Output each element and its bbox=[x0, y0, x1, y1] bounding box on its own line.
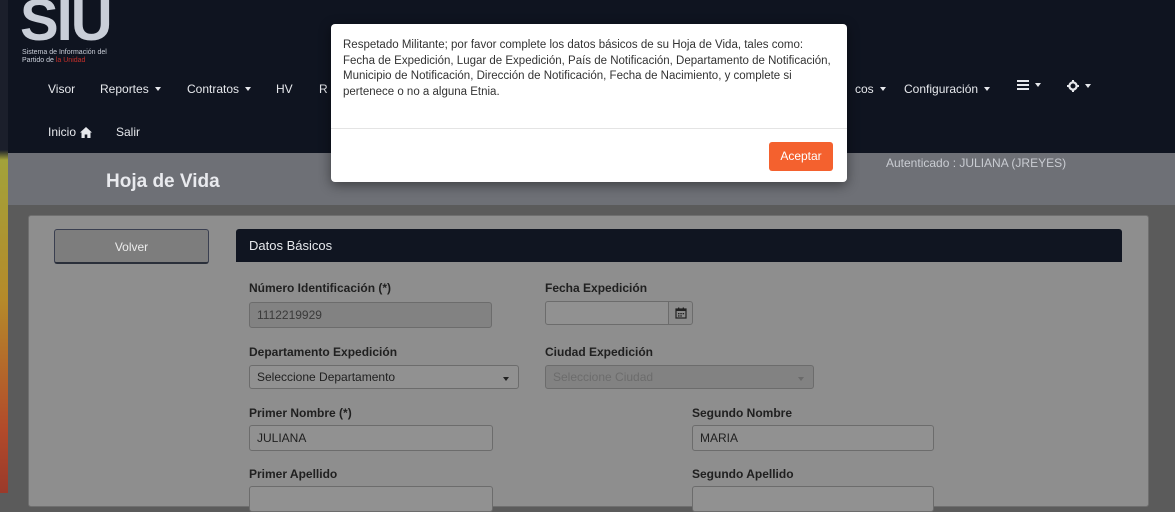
chevron-down-icon bbox=[503, 377, 509, 381]
volver-button[interactable]: Volver bbox=[54, 229, 209, 264]
nav-settings[interactable] bbox=[1067, 80, 1091, 92]
nav-salir-label: Salir bbox=[116, 125, 141, 139]
panel-header: Datos Básicos bbox=[236, 229, 1122, 262]
nav-configuracion-label: Configuración bbox=[904, 82, 979, 96]
nav-cos-label: cos bbox=[855, 82, 874, 96]
numero-identificacion-label: Número Identificación (*) bbox=[249, 281, 392, 295]
chevron-down-icon bbox=[154, 87, 161, 91]
nav-contratos-label: Contratos bbox=[187, 82, 240, 96]
calendar-icon bbox=[674, 307, 687, 319]
chevron-down-icon bbox=[798, 377, 804, 381]
logo-subtitle-party: Partido de bbox=[22, 57, 56, 64]
segundo-nombre-field[interactable]: MARIA bbox=[692, 425, 934, 451]
nav-inicio[interactable]: Inicio bbox=[48, 125, 93, 139]
chevron-down-icon bbox=[1035, 83, 1041, 87]
primer-apellido-label: Primer Apellido bbox=[249, 467, 338, 481]
hamburger-icon bbox=[1017, 80, 1029, 90]
modal-message: Respetado Militante; por favor complete … bbox=[343, 39, 831, 98]
nav-contratos[interactable]: Contratos bbox=[187, 82, 252, 96]
nav-r-partial[interactable]: R bbox=[319, 82, 328, 96]
chevron-down-icon bbox=[984, 87, 991, 91]
ciudad-expedicion-select[interactable]: Seleccione Ciudad bbox=[545, 365, 814, 389]
nav-reportes-label: Reportes bbox=[100, 82, 149, 96]
date-picker-button[interactable] bbox=[668, 301, 693, 325]
departamento-expedicion-value: Seleccione Departamento bbox=[257, 370, 396, 384]
ciudad-expedicion-label: Ciudad Expedición bbox=[545, 345, 654, 359]
nav-menu[interactable] bbox=[1017, 80, 1041, 90]
segundo-apellido-label: Segundo Apellido bbox=[692, 467, 794, 481]
chevron-down-icon bbox=[1085, 84, 1091, 88]
home-icon bbox=[80, 126, 93, 138]
fecha-expedicion-label: Fecha Expedición bbox=[545, 281, 648, 295]
logo-subtitle-unidad: la Unidad bbox=[55, 57, 86, 64]
nav-hv[interactable]: HV bbox=[276, 82, 293, 96]
logo-subtitle-line1: Sistema de Información del bbox=[22, 49, 107, 56]
nav-r-label: R bbox=[319, 82, 328, 96]
departamento-expedicion-label: Departamento Expedición bbox=[249, 345, 398, 359]
nav-hv-label: HV bbox=[276, 82, 293, 96]
nav-inicio-label: Inicio bbox=[48, 125, 77, 139]
gear-icon bbox=[1067, 80, 1079, 92]
nav-reportes[interactable]: Reportes bbox=[100, 82, 161, 96]
nav-visor[interactable]: Visor bbox=[48, 82, 75, 96]
chevron-down-icon bbox=[879, 87, 886, 91]
authenticated-user: Autenticado : JULIANA (JREYES) bbox=[886, 156, 1067, 170]
segundo-apellido-field[interactable] bbox=[692, 486, 934, 512]
nav-salir[interactable]: Salir bbox=[116, 125, 140, 139]
numero-identificacion-field[interactable]: 1112219929 bbox=[249, 302, 492, 328]
primer-nombre-label: Primer Nombre (*) bbox=[249, 406, 352, 420]
departamento-expedicion-select[interactable]: Seleccione Departamento bbox=[249, 365, 519, 389]
fecha-expedicion-field[interactable] bbox=[545, 301, 669, 325]
logo-subtitle-line2: Partido de la Unidad bbox=[22, 57, 107, 65]
notice-modal: Respetado Militante; por favor complete … bbox=[331, 24, 847, 182]
chevron-down-icon bbox=[245, 87, 252, 91]
left-color-stripe bbox=[0, 0, 8, 493]
nav-visor-label: Visor bbox=[48, 82, 76, 96]
primer-nombre-field[interactable]: JULIANA bbox=[249, 425, 493, 451]
aceptar-button[interactable]: Aceptar bbox=[769, 142, 833, 171]
segundo-nombre-label: Segundo Nombre bbox=[692, 406, 793, 420]
logo-subtitle: Sistema de Información del Partido de la… bbox=[22, 49, 107, 65]
modal-divider bbox=[331, 128, 847, 129]
nav-configuracion[interactable]: Configuración bbox=[904, 82, 991, 96]
nav-cos-partial[interactable]: cos bbox=[855, 82, 886, 96]
ciudad-expedicion-value: Seleccione Ciudad bbox=[553, 370, 654, 384]
primer-apellido-field[interactable] bbox=[249, 486, 493, 512]
siu-logo: SIU bbox=[20, 0, 113, 53]
page-title: Hoja de Vida bbox=[106, 171, 220, 192]
